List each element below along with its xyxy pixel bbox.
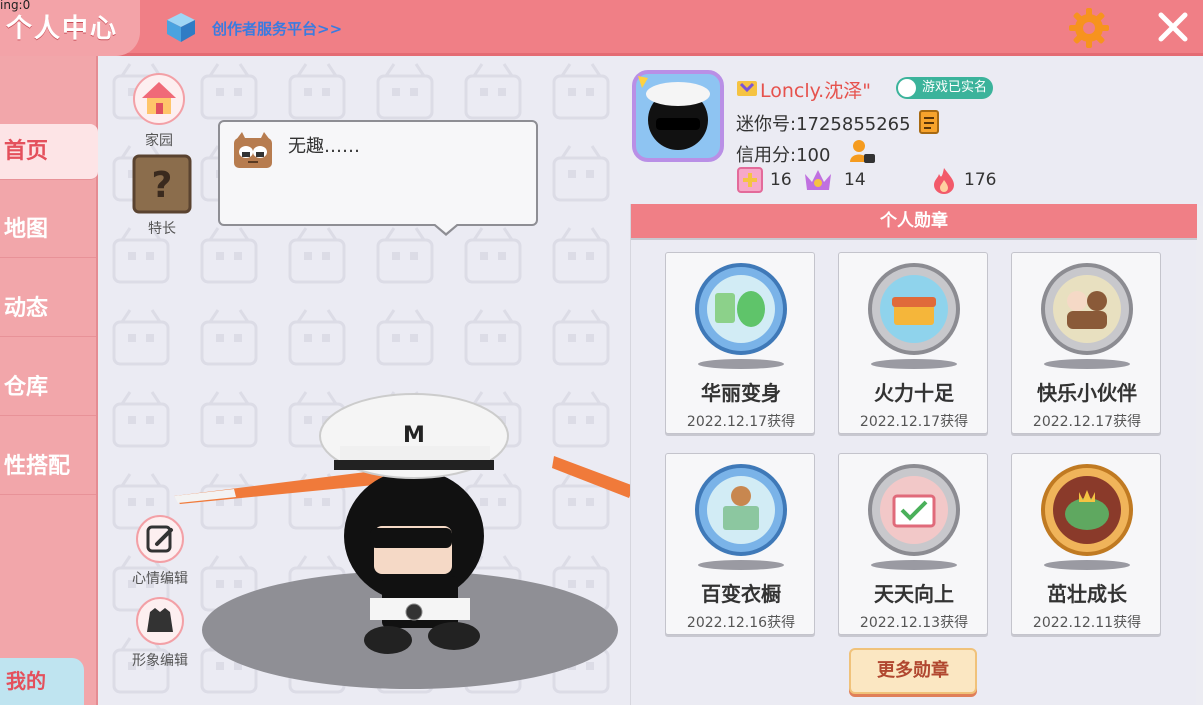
realname-text: 游戏已实名: [922, 80, 988, 95]
flame-icon: [934, 168, 954, 194]
medal-wardrobe-icon: [695, 464, 787, 556]
medal-plinth: [698, 359, 784, 369]
home-icon: [133, 73, 185, 125]
medal-growth-icon: [1041, 464, 1133, 556]
verified-user-icon: [898, 79, 916, 97]
mood-emoji-icon: [234, 132, 272, 168]
sidebar-item-warehouse[interactable]: 仓库: [0, 360, 96, 416]
medal-transform-icon: [695, 263, 787, 355]
close-icon[interactable]: [1156, 10, 1190, 44]
medal-name: 快乐小伙伴: [1037, 381, 1137, 405]
medal-name: 茁壮成长: [1047, 582, 1127, 606]
plus-icon: [737, 167, 763, 193]
mood-text: 无趣……: [288, 136, 360, 157]
medal-plinth: [1044, 560, 1130, 570]
medal-plinth: [871, 560, 957, 570]
stat-value-1: 16: [770, 170, 792, 190]
medal-plinth: [871, 359, 957, 369]
credit-person-icon[interactable]: [848, 138, 876, 166]
page-title: 个人中心: [6, 14, 119, 44]
medal-plinth: [1044, 359, 1130, 369]
medal-progress-icon: [868, 464, 960, 556]
mystery-box-icon: ?: [132, 154, 192, 214]
medal-card[interactable]: 茁壮成长 2022.12.11获得: [1011, 453, 1161, 635]
profile-avatar[interactable]: [630, 68, 726, 164]
home-label: 家园: [145, 133, 173, 149]
medal-header: 个人勋章: [631, 204, 1197, 240]
medal-date: 2022.12.17获得: [1032, 414, 1142, 430]
vip-badge-icon: [737, 81, 757, 96]
sidebar-item-map[interactable]: 地图: [0, 202, 96, 258]
profile-panel: Loncly.沈泽" 游戏已实名 迷你号:1725855265 信用分:100 …: [630, 56, 1203, 206]
gear-icon[interactable]: [1067, 6, 1111, 50]
sidebar-item-activity[interactable]: 动态: [0, 281, 96, 337]
medal-date: 2022.12.17获得: [859, 414, 969, 430]
talent-label: 特长: [148, 221, 176, 237]
creator-cube-icon[interactable]: [165, 11, 197, 43]
medal-name: 华丽变身: [701, 381, 781, 405]
stat-value-2: 14: [844, 170, 866, 190]
character-stage: 家园 ? 特长 无趣…… 心情编辑 形象编辑 M: [100, 56, 630, 705]
medal-card[interactable]: 百变衣橱 2022.12.16获得: [665, 453, 815, 635]
medal-date: 2022.12.16获得: [686, 615, 796, 631]
header-bar: ing:0 个人中心 创作者服务平台>>: [0, 0, 1203, 56]
bubble-tail-inner: [434, 223, 458, 233]
home-shortcut[interactable]: 家园: [132, 72, 186, 150]
sidebar: 首页 地图 动态 仓库 性搭配 我的: [0, 56, 98, 705]
nickname: Loncly.沈泽": [760, 80, 871, 102]
crown-icon: [805, 170, 831, 190]
medal-name: 天天向上: [874, 582, 954, 606]
sidebar-item-outfit[interactable]: 性搭配: [0, 439, 96, 495]
medal-card[interactable]: 华丽变身 2022.12.17获得: [665, 252, 815, 434]
title-tab: ing:0 个人中心: [0, 0, 140, 56]
medal-firepower-icon: [868, 263, 960, 355]
stat-value-3: 176: [964, 170, 997, 190]
mood-bubble[interactable]: 无趣……: [218, 120, 538, 236]
realname-badge: 游戏已实名: [896, 77, 994, 99]
credit-score: 信用分:100: [736, 145, 831, 166]
medal-name: 火力十足: [874, 381, 954, 405]
medal-date: 2022.12.11获得: [1032, 615, 1142, 631]
medal-date: 2022.12.13获得: [859, 615, 969, 631]
medal-card[interactable]: 快乐小伙伴 2022.12.17获得: [1011, 252, 1161, 434]
talent-shortcut[interactable]: ? 特长: [132, 154, 192, 238]
medal-plinth: [698, 560, 784, 570]
medal-card[interactable]: 火力十足 2022.12.17获得: [838, 252, 988, 434]
player-avatar[interactable]: M: [174, 376, 630, 666]
medal-name: 百变衣橱: [701, 582, 781, 606]
medal-card[interactable]: 天天向上 2022.12.13获得: [838, 453, 988, 635]
svg-text:?: ?: [152, 165, 173, 206]
medal-date: 2022.12.17获得: [686, 414, 796, 430]
copy-icon[interactable]: [918, 109, 942, 135]
creator-platform-link[interactable]: 创作者服务平台>>: [212, 18, 342, 39]
medal-panel: 个人勋章 华丽变身 2022.12.17获得 火力十足 2022.12.17获得: [630, 204, 1197, 705]
medal-friends-icon: [1041, 263, 1133, 355]
mini-id: 迷你号:1725855265: [736, 114, 911, 135]
svg-text:M: M: [403, 423, 425, 448]
sidebar-item-mine[interactable]: 我的: [0, 658, 84, 705]
sidebar-item-home[interactable]: 首页: [0, 124, 98, 180]
more-medals-button[interactable]: 更多勋章: [849, 648, 977, 694]
